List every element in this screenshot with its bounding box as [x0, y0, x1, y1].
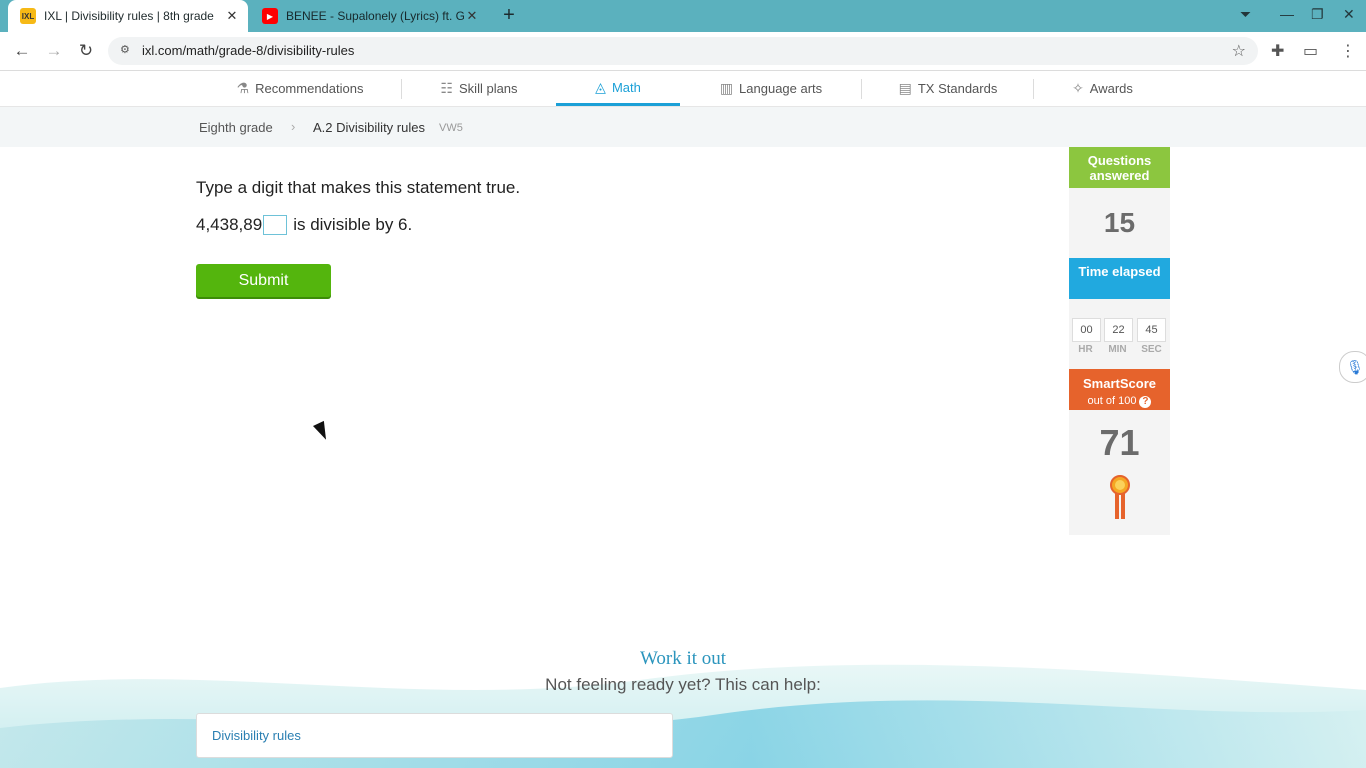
help-icon[interactable]: ?	[1139, 396, 1152, 408]
url-text: ixl.com/math/grade-8/divisibility-rules	[142, 43, 355, 58]
minutes-value: 22	[1104, 318, 1133, 342]
breadcrumb-skill: A.2 Divisibility rules	[313, 120, 425, 135]
standards-icon: ▤	[898, 80, 912, 96]
minimize-icon[interactable]: —	[1280, 6, 1294, 22]
bookmark-star-icon[interactable]: ☆	[1232, 41, 1246, 61]
questions-answered-label: Questions answered	[1069, 147, 1170, 188]
menu-icon[interactable]: ⋮	[1340, 41, 1356, 61]
ribbon-award-icon	[1110, 475, 1130, 519]
book-icon: ▥	[719, 80, 734, 96]
help-subheading: Not feeling ready yet? This can help:	[545, 675, 821, 694]
smartscore-header: SmartScore out of 100?	[1069, 369, 1170, 410]
new-tab-icon[interactable]: +	[498, 4, 520, 26]
subject-nav: ⚗ Recommendations ☷ Skill plans ◬ Math ▥…	[0, 71, 1366, 107]
questions-answered-value: 15	[1069, 188, 1170, 258]
nav-label: Recommendations	[255, 81, 364, 96]
tab-youtube[interactable]: ▶ BENEE - Supalonely (Lyrics) ft. Gus Da…	[250, 0, 488, 32]
extensions-icon[interactable]: ✚	[1271, 41, 1284, 61]
close-icon[interactable]: ✕	[224, 8, 240, 24]
smartscore-sub: out of 100	[1087, 395, 1137, 407]
tab-title: BENEE - Supalonely (Lyrics) ft. Gus Dapp…	[286, 9, 464, 23]
breadcrumb: Eighth grade › A.2 Divisibility rules VW…	[0, 107, 1366, 147]
answer-input[interactable]	[263, 215, 288, 235]
math-icon: ◬	[595, 78, 606, 95]
nav-label: Awards	[1089, 81, 1133, 96]
back-icon[interactable]: ←	[11, 40, 33, 62]
tab-ixl[interactable]: IXL IXL | Divisibility rules | 8th grade…	[8, 0, 248, 32]
cast-icon[interactable]: ▭	[1303, 41, 1318, 61]
work-it-out-heading: Work it out	[639, 648, 727, 669]
nav-language-arts[interactable]: ▥ Language arts	[700, 71, 842, 106]
skill-plans-icon: ☷	[440, 80, 454, 96]
browser-tab-bar: IXL IXL | Divisibility rules | 8th grade…	[0, 0, 1366, 32]
submit-button[interactable]: Submit	[196, 264, 331, 297]
smartscore-value: 71	[1099, 422, 1140, 463]
question-expression: 4,438,89 is divisible by 6.	[196, 215, 412, 235]
hours-label: HR	[1078, 344, 1093, 355]
help-link[interactable]: Divisibility rules	[212, 728, 301, 743]
close-icon[interactable]: ✕	[464, 8, 480, 24]
seconds-label: SEC	[1141, 344, 1162, 355]
reload-icon[interactable]: ↻	[75, 40, 97, 62]
question-prompt: Type a digit that makes this statement t…	[196, 178, 521, 197]
time-elapsed-label: Time elapsed	[1069, 258, 1170, 299]
ixl-favicon: IXL	[20, 8, 36, 24]
tab-search-icon[interactable]: ⏷	[1240, 6, 1251, 23]
nav-recommendations[interactable]: ⚗ Recommendations	[220, 71, 380, 106]
nav-label: Math	[611, 79, 641, 95]
browser-toolbar: ← → ↻ ⚙ ixl.com/math/grade-8/divisibilit…	[0, 32, 1366, 71]
nav-math[interactable]: ◬ Math	[556, 71, 680, 106]
mouse-cursor	[313, 420, 332, 443]
help-card[interactable]: Divisibility rules	[196, 713, 673, 758]
chevron-right-icon: ›	[291, 119, 296, 134]
awards-icon: ✧	[1072, 80, 1084, 96]
youtube-icon: ▶	[262, 8, 278, 24]
minutes-label: MIN	[1108, 344, 1127, 355]
tab-title: IXL | Divisibility rules | 8th grade	[44, 9, 214, 23]
site-info-icon[interactable]: ⚙	[120, 43, 134, 57]
recommendations-icon: ⚗	[236, 80, 250, 96]
smartscore-label: SmartScore	[1083, 376, 1156, 391]
skill-code: VW5	[439, 122, 463, 134]
nav-skill-plans[interactable]: ☷ Skill plans	[420, 71, 538, 106]
nav-label: TX Standards	[917, 81, 998, 96]
statement-suffix: is divisible by 6.	[293, 215, 413, 234]
nav-divider	[861, 79, 862, 99]
nav-label: Language arts	[739, 81, 823, 96]
nav-divider	[1033, 79, 1034, 99]
address-bar[interactable]: ⚙ ixl.com/math/grade-8/divisibility-rule…	[108, 37, 1258, 65]
seconds-value: 45	[1137, 318, 1166, 342]
smartscore-display: 71	[1069, 410, 1170, 535]
nav-label: Skill plans	[459, 81, 518, 96]
nav-divider	[401, 79, 402, 99]
nav-tx-standards[interactable]: ▤ TX Standards	[880, 71, 1016, 106]
microphone-icon[interactable]: 🎙	[1339, 351, 1366, 383]
breadcrumb-grade[interactable]: Eighth grade	[199, 120, 273, 135]
time-elapsed-display: 00 22 45 HR MIN SEC	[1069, 299, 1170, 369]
window-close-icon[interactable]: ✕	[1343, 6, 1355, 23]
forward-icon[interactable]: →	[43, 40, 65, 62]
number-prefix: 4,438,89	[196, 215, 263, 234]
stats-panel: Questions answered 15 Time elapsed 00 22…	[1069, 147, 1170, 535]
nav-awards[interactable]: ✧ Awards	[1055, 71, 1150, 106]
restore-icon[interactable]: ❐	[1311, 6, 1324, 23]
hours-value: 00	[1072, 318, 1101, 342]
